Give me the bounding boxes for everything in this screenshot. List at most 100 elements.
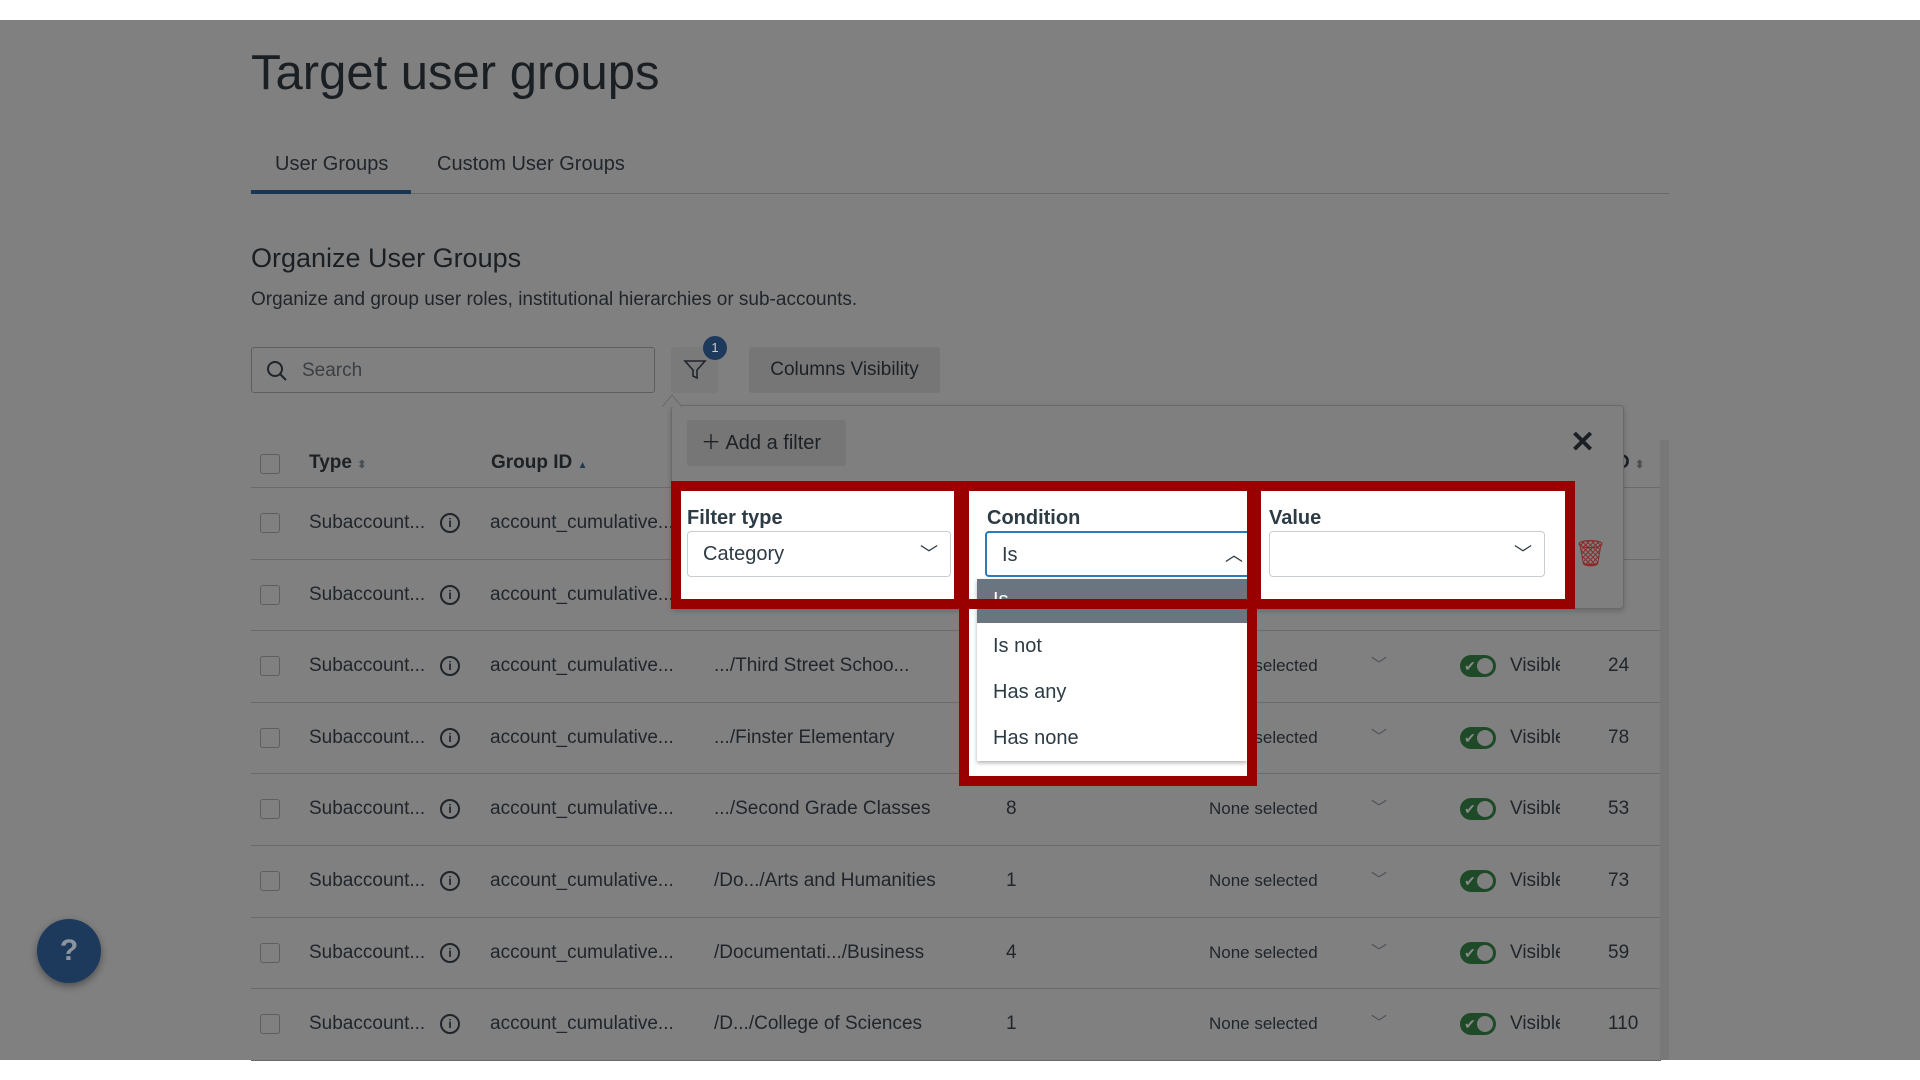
tab-user-groups[interactable]: User Groups — [275, 153, 388, 176]
visibility-cell: Visible — [1510, 655, 1560, 677]
visibility-cell: Visible — [1510, 726, 1560, 748]
option-label: Has any — [993, 681, 1067, 703]
group-id-cell: account_cumulative... — [490, 798, 674, 820]
section-description: Organize and group user roles, instituti… — [251, 289, 858, 310]
chevron-down-icon[interactable]: ﹀ — [1371, 630, 1387, 702]
info-icon[interactable]: i — [440, 513, 460, 533]
visibility-toggle[interactable]: ✔ — [1460, 726, 1496, 749]
add-filter-button[interactable]: ＋ Add a filter — [687, 420, 846, 466]
table-row[interactable]: Subaccount... i account_cumulative... ..… — [251, 630, 1661, 702]
table-row[interactable]: Subaccount... i account_cumulative... ..… — [251, 702, 1661, 774]
type-cell: Subaccount... — [309, 583, 426, 605]
path-cell: /Documentati.../Business — [714, 941, 925, 963]
condition-label: Condition — [987, 507, 1081, 529]
visibility-toggle[interactable]: ✔ — [1460, 1013, 1496, 1036]
last-cell: 53 — [1608, 798, 1630, 820]
filter-type-select[interactable]: Category ﹀ — [687, 531, 951, 577]
table-row[interactable]: Subaccount... i account_cumulative... /D… — [251, 988, 1661, 1060]
chevron-down-icon[interactable]: ﹀ — [1371, 773, 1387, 845]
group-id-cell: account_cumulative... — [490, 726, 674, 748]
option-label: Has none — [993, 727, 1079, 749]
highlight-frame-divider — [959, 599, 1257, 609]
type-cell: Subaccount... — [309, 798, 426, 820]
row-checkbox[interactable] — [260, 942, 280, 963]
question-icon: ? — [59, 934, 79, 967]
visibility-cell: Visible — [1510, 941, 1560, 963]
sort-icon: ⬍ — [357, 459, 367, 471]
visibility-toggle[interactable]: ✔ — [1460, 870, 1496, 892]
condition-select[interactable]: Is ︿ — [985, 531, 1257, 577]
info-icon[interactable]: i — [440, 727, 460, 748]
select-all-checkbox[interactable] — [260, 454, 280, 474]
last-cell: 59 — [1608, 941, 1630, 963]
close-icon[interactable]: ✕ — [1570, 425, 1595, 460]
check-icon: ✔ — [1464, 873, 1476, 889]
column-header-type[interactable]: Type ⬍ — [309, 452, 366, 474]
info-icon[interactable]: i — [440, 799, 460, 820]
visibility-cell: Visible — [1510, 1013, 1560, 1035]
sort-ascending-icon: ▲ — [577, 460, 588, 471]
section-title: Organize User Groups — [251, 243, 522, 273]
condition-option-is-not[interactable]: Is not — [977, 631, 1247, 671]
type-cell: Subaccount... — [309, 512, 426, 533]
type-cell: Subaccount... — [309, 870, 426, 891]
chevron-down-icon[interactable]: ﹀ — [1371, 917, 1387, 989]
row-checkbox[interactable] — [260, 871, 280, 891]
row-checkbox[interactable] — [260, 584, 280, 605]
roles-cell: None selected — [1209, 942, 1318, 962]
type-cell: Subaccount... — [309, 726, 426, 748]
row-checkbox[interactable] — [260, 727, 280, 748]
path-cell: .../Third Street Schoo... — [714, 655, 910, 677]
info-icon[interactable]: i — [440, 871, 460, 891]
visibility-cell: Visible — [1510, 798, 1560, 820]
visibility-cell: Visible — [1510, 870, 1560, 891]
filter-type-highlight: Filter type Category ﹀ — [671, 481, 964, 609]
column-header-group-id[interactable]: Group ID ▲ — [491, 452, 587, 474]
search-icon — [267, 361, 287, 381]
table-row[interactable]: Subaccount... i account_cumulative... /D… — [251, 917, 1661, 989]
value-select[interactable]: ﹀ — [1269, 531, 1545, 577]
visibility-toggle[interactable]: ✔ — [1460, 941, 1496, 964]
row-checkbox[interactable] — [260, 799, 280, 820]
search-input[interactable]: Search — [251, 347, 655, 393]
roles-cell: None selected — [1209, 1014, 1318, 1034]
count-cell: 1 — [1006, 1013, 1017, 1035]
type-cell: Subaccount... — [309, 655, 426, 677]
chevron-down-icon: ﹀ — [920, 544, 938, 564]
group-id-cell: account_cumulative... — [490, 512, 674, 533]
search-placeholder: Search — [302, 360, 363, 381]
help-button[interactable]: ? — [37, 919, 101, 983]
chevron-down-icon[interactable]: ﹀ — [1371, 988, 1387, 1060]
active-tab-indicator — [251, 190, 411, 194]
chevron-up-icon: ︿ — [1225, 545, 1243, 565]
path-cell: /Do.../Arts and Humanities — [714, 870, 936, 891]
table-row[interactable]: Subaccount... i account_cumulative... ..… — [251, 773, 1661, 845]
info-icon[interactable]: i — [440, 1014, 460, 1035]
path-cell: .../Finster Elementary — [714, 726, 895, 748]
row-checkbox[interactable] — [260, 1014, 280, 1035]
columns-visibility-button[interactable]: Columns Visibility — [749, 347, 940, 393]
info-icon[interactable]: i — [440, 656, 460, 677]
condition-option-has-none[interactable]: Has none — [977, 723, 1247, 763]
sort-icon: ⬍ — [1635, 459, 1645, 471]
table-row[interactable]: Subaccount... i account_cumulative... /D… — [251, 845, 1661, 917]
plus-icon: ＋ — [701, 432, 721, 454]
row-checkbox[interactable] — [260, 513, 280, 533]
check-icon: ✔ — [1464, 658, 1476, 675]
option-label: Is not — [993, 635, 1042, 657]
last-cell: 24 — [1608, 655, 1630, 677]
chevron-down-icon[interactable]: ﹀ — [1371, 702, 1387, 774]
row-checkbox[interactable] — [260, 656, 280, 677]
trash-icon[interactable]: 🗑 — [1574, 538, 1607, 569]
scrollbar[interactable] — [1660, 440, 1669, 1060]
path-cell: .../Second Grade Classes — [714, 798, 931, 820]
visibility-toggle[interactable]: ✔ — [1460, 798, 1496, 821]
tab-custom-user-groups[interactable]: Custom User Groups — [437, 153, 625, 176]
condition-option-has-any[interactable]: Has any — [977, 677, 1247, 717]
visibility-toggle[interactable]: ✔ — [1460, 655, 1496, 678]
add-filter-label: Add a filter — [725, 432, 822, 454]
chevron-down-icon[interactable]: ﹀ — [1371, 845, 1387, 917]
filter-count-badge: 1 — [703, 336, 727, 360]
info-icon[interactable]: i — [440, 942, 460, 963]
info-icon[interactable]: i — [440, 584, 460, 605]
